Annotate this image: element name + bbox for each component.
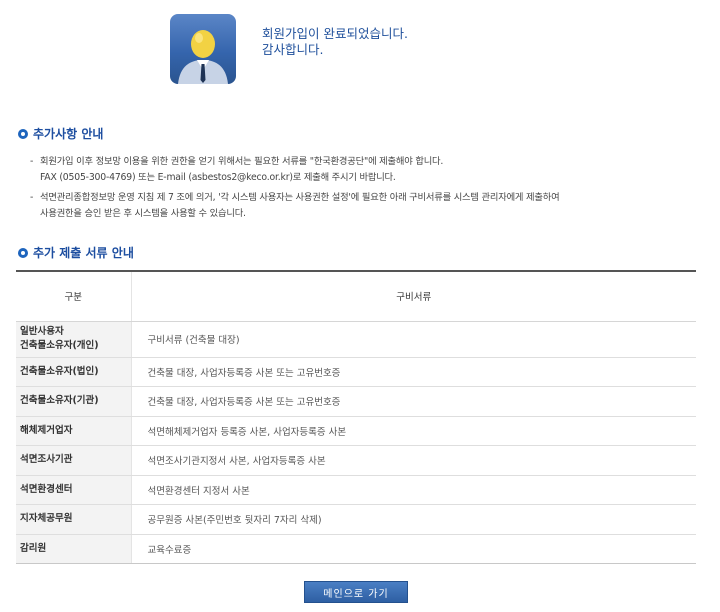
- table-row: 감리원 교육수료증: [16, 534, 696, 564]
- table-row: 건축물소유자(법인) 건축물 대장, 사업자등록증 사본 또는 고유번호증: [16, 357, 696, 387]
- row-docs: 교육수료증: [131, 534, 696, 564]
- row-docs: 구비서류 (건축물 대장): [131, 321, 696, 358]
- row-docs: 공무원증 사본(주민번호 뒷자리 7자리 삭제): [131, 504, 696, 535]
- note-line: 석면관리종합정보망 운영 지침 제 7 조에 의거, '각 시스템 사용자는 사…: [40, 192, 560, 203]
- signup-complete-panel: 회원가입이 완료되었습니다. 감사합니다.: [170, 14, 570, 88]
- table-row: 지자체공무원 공무원증 사본(주민번호 뒷자리 7자리 삭제): [16, 504, 696, 535]
- row-type: 감리원: [16, 534, 132, 564]
- row-docs: 석면해체제거업자 등록증 사본, 사업자등록증 사본: [131, 416, 696, 446]
- row-docs: 석면환경센터 지정서 사본: [131, 475, 696, 505]
- completion-message: 회원가입이 완료되었습니다. 감사합니다.: [262, 26, 408, 58]
- additional-info-notes: 회원가입 이후 정보망 이용을 위한 권한을 얻기 위해서는 필요한 서류를 "…: [30, 154, 690, 222]
- row-type: 건축물소유자(기관): [16, 386, 132, 417]
- table-row: 해체제거업자 석면해체제거업자 등록증 사본, 사업자등록증 사본: [16, 416, 696, 446]
- row-type: 석면환경센터: [16, 475, 132, 505]
- column-header-docs: 구비서류: [131, 270, 696, 322]
- documents-table: 구분 구비서류 일반사용자 건축물소유자(개인) 구비서류 (건축물 대장) 건…: [16, 270, 696, 564]
- table-row: 건축물소유자(기관) 건축물 대장, 사업자등록증 사본 또는 고유번호증: [16, 386, 696, 417]
- row-type-line: 일반사용자: [20, 326, 64, 337]
- row-docs: 석면조사기관지정서 사본, 사업자등록증 사본: [131, 445, 696, 476]
- note-line: FAX (0505-300-4769) 또는 E-mail (asbestos2…: [40, 172, 396, 183]
- note-item: 회원가입 이후 정보망 이용을 위한 권한을 얻기 위해서는 필요한 서류를 "…: [30, 154, 690, 186]
- row-type: 석면조사기관: [16, 445, 132, 476]
- row-type: 일반사용자 건축물소유자(개인): [16, 321, 132, 358]
- table-header-row: 구분 구비서류: [16, 270, 696, 322]
- circle-bullet-icon: [18, 128, 28, 139]
- row-docs: 건축물 대장, 사업자등록증 사본 또는 고유번호증: [131, 357, 696, 387]
- column-header-type: 구분: [16, 270, 132, 322]
- row-type-line: 건축물소유자(개인): [20, 340, 99, 351]
- table-row: 일반사용자 건축물소유자(개인) 구비서류 (건축물 대장): [16, 321, 696, 358]
- completion-line-1: 회원가입이 완료되었습니다.: [262, 26, 408, 41]
- row-type: 해체제거업자: [16, 416, 132, 446]
- note-line: 회원가입 이후 정보망 이용을 위한 권한을 얻기 위해서는 필요한 서류를 "…: [40, 156, 444, 167]
- table-row: 석면환경센터 석면환경센터 지정서 사본: [16, 475, 696, 505]
- additional-info-title: 추가사항 안내: [33, 127, 104, 141]
- note-line: 사용권한을 승인 받은 후 시스템을 사용할 수 있습니다.: [40, 208, 246, 219]
- completion-line-2: 감사합니다.: [262, 42, 324, 57]
- table-row: 석면조사기관 석면조사기관지정서 사본, 사업자등록증 사본: [16, 445, 696, 476]
- circle-bullet-icon: [18, 247, 28, 258]
- row-type: 건축물소유자(법인): [16, 357, 132, 387]
- user-avatar-icon: [170, 14, 236, 84]
- documents-heading: 추가 제출 서류 안내: [18, 244, 134, 261]
- note-item: 석면관리종합정보망 운영 지침 제 7 조에 의거, '각 시스템 사용자는 사…: [30, 190, 690, 222]
- additional-info-heading: 추가사항 안내: [18, 125, 103, 142]
- row-docs: 건축물 대장, 사업자등록증 사본 또는 고유번호증: [131, 386, 696, 417]
- documents-title: 추가 제출 서류 안내: [33, 246, 134, 260]
- go-main-button[interactable]: 메인으로 가기: [304, 581, 408, 603]
- row-type: 지자체공무원: [16, 504, 132, 535]
